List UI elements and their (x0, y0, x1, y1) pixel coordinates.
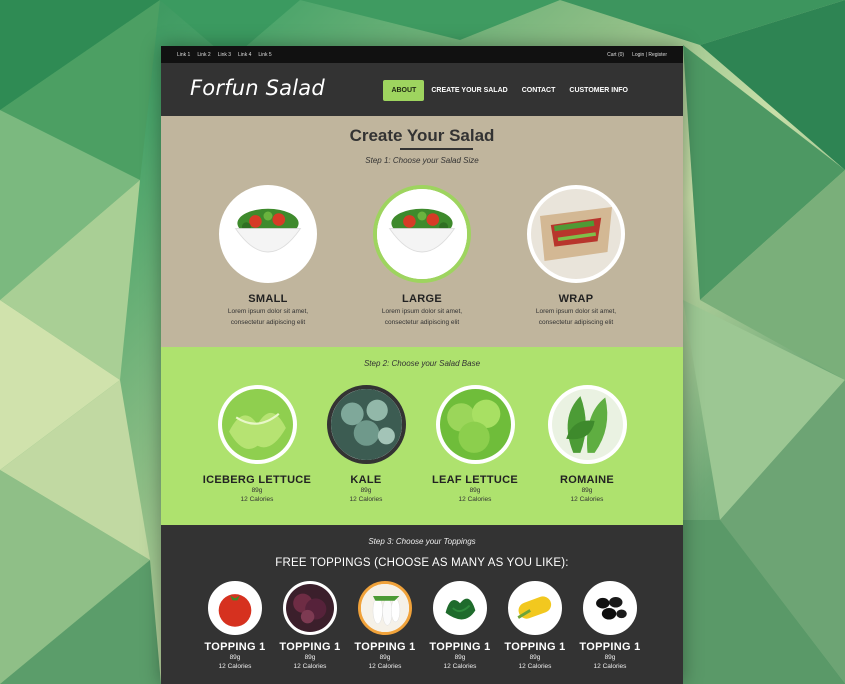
size-desc-line1: Lorem ipsum dolor sit amet, (227, 308, 309, 315)
topping-option[interactable]: TOPPING 1 89g 12 Calories (424, 581, 496, 671)
size-name: SMALL (248, 293, 288, 305)
base-option-kale[interactable]: KALE 89g 12 Calories (311, 385, 421, 504)
corn-icon (508, 581, 562, 635)
base-weight: 89g (581, 487, 593, 494)
base-option-iceberg-lettuce[interactable]: ICEBERG LETTUCE 89g 12 Calories (202, 385, 312, 504)
topping-calories: 12 Calories (518, 663, 552, 670)
size-name: LARGE (402, 293, 442, 305)
step3-section: Step 3: Choose your Toppings FREE TOPPIN… (161, 525, 683, 684)
base-name: ICEBERG LETTUCE (202, 474, 312, 486)
top-link-1[interactable]: Link 1 (177, 52, 190, 58)
size-desc-line1: Lorem ipsum dolor sit amet, (381, 308, 463, 315)
wrap-icon (527, 185, 625, 283)
topping-name: TOPPING 1 (429, 641, 491, 653)
topping-weight: 89g (304, 654, 316, 661)
size-desc-line1: Lorem ipsum dolor sit amet, (535, 308, 617, 315)
step2-label: Step 2: Choose your Salad Base (363, 359, 481, 368)
kale-icon (326, 385, 406, 464)
title-underline (400, 148, 473, 150)
romaine-icon (547, 385, 627, 464)
spinach-icon (433, 581, 487, 635)
salad-bowl-icon (219, 185, 317, 283)
topping-option[interactable]: TOPPING 1 89g 12 Calories (349, 581, 421, 671)
base-option-leaf-lettuce[interactable]: LEAF LETTUCE 89g 12 Calories (420, 385, 530, 504)
base-weight: 89g (469, 487, 481, 494)
step1-section: Create Your Salad Step 1: Choose your Sa… (161, 116, 683, 347)
topping-calories: 12 Calories (443, 663, 477, 670)
size-name: WRAP (558, 293, 594, 305)
top-link-3[interactable]: Link 3 (218, 52, 231, 58)
topping-option[interactable]: TOPPING 1 89g 12 Calories (574, 581, 646, 671)
top-link-2[interactable]: Link 2 (197, 52, 210, 58)
topping-calories: 12 Calories (368, 663, 402, 670)
topping-option[interactable]: TOPPING 1 89g 12 Calories (199, 581, 271, 671)
topping-calories: 12 Calories (593, 663, 627, 670)
base-calories: 12 Calories (349, 496, 383, 503)
topping-name: TOPPING 1 (504, 641, 566, 653)
red-lettuce-icon (283, 581, 337, 635)
step2-section: Step 2: Choose your Salad Base ICEBERG L… (161, 347, 683, 525)
step3-label: Step 3: Choose your Toppings (368, 537, 476, 546)
size-option-wrap[interactable]: WRAP Lorem ipsum dolor sit amet, consect… (516, 185, 636, 327)
topping-weight: 89g (379, 654, 391, 661)
cart-link[interactable]: Cart (0) (607, 52, 624, 58)
top-link-5[interactable]: Link 5 (258, 52, 271, 58)
base-weight: 89g (360, 487, 372, 494)
topping-weight: 89g (604, 654, 616, 661)
base-option-romaine[interactable]: ROMAINE 89g 12 Calories (532, 385, 642, 504)
size-desc-line2: consectetur adipiscing elit (538, 319, 614, 326)
size-option-large[interactable]: LARGE Lorem ipsum dolor sit amet, consec… (362, 185, 482, 327)
main-nav: ABOUT CREATE YOUR SALAD CONTACT CUSTOMER… (383, 80, 635, 101)
leaf-lettuce-icon (435, 385, 515, 464)
size-option-small[interactable]: SMALL Lorem ipsum dolor sit amet, consec… (208, 185, 328, 327)
account-links: Cart (0) Login | Register (607, 52, 667, 58)
base-calories: 12 Calories (458, 496, 492, 503)
nav-customer-info[interactable]: CUSTOMER INFO (562, 81, 635, 100)
iceberg-lettuce-icon (217, 385, 297, 464)
topping-weight: 89g (229, 654, 241, 661)
topping-name: TOPPING 1 (354, 641, 416, 653)
top-bar: Link 1 Link 2 Link 3 Link 4 Link 5 Cart … (161, 46, 683, 63)
topping-name: TOPPING 1 (279, 641, 341, 653)
base-name: ROMAINE (559, 474, 615, 486)
topping-option[interactable]: TOPPING 1 89g 12 Calories (274, 581, 346, 671)
nav-about[interactable]: ABOUT (383, 80, 425, 101)
salad-bowl-icon (373, 185, 471, 283)
base-name: LEAF LETTUCE (431, 474, 519, 486)
size-desc-line2: consectetur adipiscing elit (384, 319, 460, 326)
step1-label: Step 1: Choose your Salad Size (365, 156, 479, 165)
base-name: KALE (350, 474, 382, 486)
topping-weight: 89g (454, 654, 466, 661)
top-link-4[interactable]: Link 4 (238, 52, 251, 58)
top-links: Link 1 Link 2 Link 3 Link 4 Link 5 (177, 52, 272, 58)
nav-contact[interactable]: CONTACT (515, 81, 563, 100)
base-calories: 12 Calories (240, 496, 274, 503)
site-header: Forfun Salad ABOUT CREATE YOUR SALAD CON… (161, 63, 683, 116)
topping-option[interactable]: TOPPING 1 89g 12 Calories (499, 581, 571, 671)
base-calories: 12 Calories (570, 496, 604, 503)
radish-icon (358, 581, 412, 635)
base-weight: 89g (251, 487, 263, 494)
topping-name: TOPPING 1 (204, 641, 266, 653)
page-title: Create Your Salad (349, 126, 495, 145)
topping-calories: 12 Calories (293, 663, 327, 670)
topping-weight: 89g (529, 654, 541, 661)
nav-create-your-salad[interactable]: CREATE YOUR SALAD (424, 81, 514, 100)
free-toppings-heading: FREE TOPPINGS (CHOOSE AS MANY AS YOU LIK… (275, 557, 569, 569)
topping-calories: 12 Calories (218, 663, 252, 670)
size-desc-line2: consectetur adipiscing elit (230, 319, 306, 326)
login-register-link[interactable]: Login | Register (632, 52, 667, 58)
olives-icon (583, 581, 637, 635)
site-logo[interactable]: Forfun Salad (190, 76, 325, 100)
website-mockup: Link 1 Link 2 Link 3 Link 4 Link 5 Cart … (161, 46, 683, 684)
tomato-icon (208, 581, 262, 635)
topping-name: TOPPING 1 (579, 641, 641, 653)
